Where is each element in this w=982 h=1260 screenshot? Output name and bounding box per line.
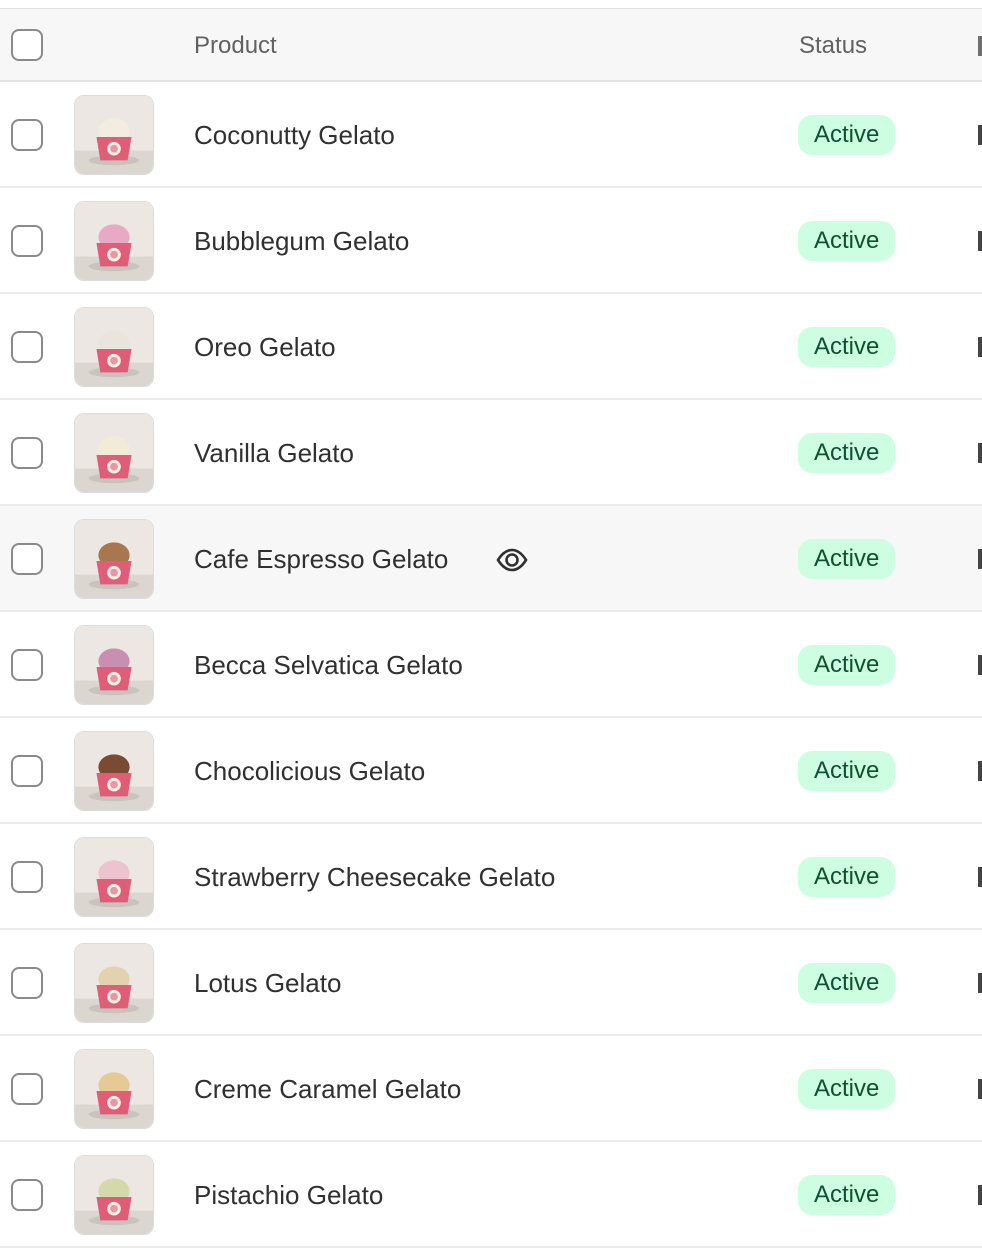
next-column-cell-clipped — [978, 337, 982, 357]
gelato-cup-image — [75, 414, 153, 492]
column-header-product[interactable]: Product — [194, 9, 277, 82]
row-checkbox[interactable] — [11, 331, 43, 363]
next-column-cell-clipped — [978, 231, 982, 251]
status-badge: Active — [798, 963, 896, 1003]
row-checkbox[interactable] — [11, 437, 43, 469]
product-thumbnail[interactable] — [74, 731, 154, 811]
product-name[interactable]: Strawberry Cheesecake Gelato — [194, 824, 555, 930]
table-row[interactable]: Chocolicious Gelato Active — [0, 718, 982, 824]
select-all-checkbox[interactable] — [11, 29, 43, 61]
product-name[interactable]: Chocolicious Gelato — [194, 718, 425, 824]
table-row[interactable]: Becca Selvatica Gelato Active — [0, 612, 982, 718]
next-column-header-clipped — [978, 36, 982, 56]
product-name[interactable]: Oreo Gelato — [194, 294, 336, 400]
table-row[interactable]: Coconutty Gelato Active — [0, 82, 982, 188]
product-name[interactable]: Becca Selvatica Gelato — [194, 612, 463, 718]
next-column-cell-clipped — [978, 973, 982, 993]
table-row[interactable]: Pistachio Gelato Active — [0, 1142, 982, 1248]
next-column-cell-clipped — [978, 443, 982, 463]
product-thumbnail[interactable] — [74, 625, 154, 705]
status-badge: Active — [798, 751, 896, 791]
table-row[interactable]: Lotus Gelato Active — [0, 930, 982, 1036]
product-thumbnail[interactable] — [74, 943, 154, 1023]
product-name[interactable]: Lotus Gelato — [194, 930, 341, 1036]
table-top-border — [0, 0, 982, 9]
next-column-cell-clipped — [978, 655, 982, 675]
product-thumbnail[interactable] — [74, 1155, 154, 1235]
gelato-cup-image — [75, 732, 153, 810]
product-thumbnail[interactable] — [74, 837, 154, 917]
next-column-cell-clipped — [978, 1079, 982, 1099]
next-column-cell-clipped — [978, 125, 982, 145]
row-checkbox[interactable] — [11, 861, 43, 893]
table-row[interactable]: Oreo Gelato Active — [0, 294, 982, 400]
status-badge: Active — [798, 1069, 896, 1109]
row-checkbox[interactable] — [11, 543, 43, 575]
product-name[interactable]: Pistachio Gelato — [194, 1142, 383, 1248]
status-badge: Active — [798, 221, 896, 261]
product-table: Product Status Coconutty Gelato Active B… — [0, 0, 982, 1248]
product-name[interactable]: Vanilla Gelato — [194, 400, 354, 506]
table-header: Product Status — [0, 9, 982, 82]
next-column-cell-clipped — [978, 761, 982, 781]
row-checkbox[interactable] — [11, 967, 43, 999]
status-badge: Active — [798, 433, 896, 473]
product-thumbnail[interactable] — [74, 307, 154, 387]
product-thumbnail[interactable] — [74, 1049, 154, 1129]
gelato-cup-image — [75, 520, 153, 598]
status-badge: Active — [798, 1175, 896, 1215]
table-row[interactable]: Bubblegum Gelato Active — [0, 188, 982, 294]
row-checkbox[interactable] — [11, 225, 43, 257]
column-header-status[interactable]: Status — [799, 9, 867, 82]
product-name[interactable]: Cafe Espresso Gelato — [194, 506, 448, 612]
product-name[interactable]: Creme Caramel Gelato — [194, 1036, 461, 1142]
product-thumbnail[interactable] — [74, 519, 154, 599]
status-badge: Active — [798, 645, 896, 685]
table-row[interactable]: Vanilla Gelato Active — [0, 400, 982, 506]
row-checkbox[interactable] — [11, 649, 43, 681]
product-thumbnail[interactable] — [74, 201, 154, 281]
eye-icon[interactable] — [496, 544, 528, 576]
gelato-cup-image — [75, 838, 153, 916]
table-row[interactable]: Cafe Espresso Gelato Active — [0, 506, 982, 612]
product-name[interactable]: Bubblegum Gelato — [194, 188, 409, 294]
table-row[interactable]: Strawberry Cheesecake Gelato Active — [0, 824, 982, 930]
gelato-cup-image — [75, 202, 153, 280]
row-checkbox[interactable] — [11, 1073, 43, 1105]
table-row[interactable]: Creme Caramel Gelato Active — [0, 1036, 982, 1142]
table-body: Coconutty Gelato Active Bubblegum Gelato… — [0, 82, 982, 1248]
gelato-cup-image — [75, 626, 153, 704]
gelato-cup-image — [75, 944, 153, 1022]
next-column-cell-clipped — [978, 1185, 982, 1205]
gelato-cup-image — [75, 308, 153, 386]
status-badge: Active — [798, 327, 896, 367]
product-thumbnail[interactable] — [74, 95, 154, 175]
gelato-cup-image — [75, 96, 153, 174]
next-column-cell-clipped — [978, 867, 982, 887]
next-column-cell-clipped — [978, 549, 982, 569]
status-badge: Active — [798, 857, 896, 897]
status-badge: Active — [798, 115, 896, 155]
product-thumbnail[interactable] — [74, 413, 154, 493]
status-badge: Active — [798, 539, 896, 579]
gelato-cup-image — [75, 1050, 153, 1128]
row-checkbox[interactable] — [11, 119, 43, 151]
gelato-cup-image — [75, 1156, 153, 1234]
product-name[interactable]: Coconutty Gelato — [194, 82, 395, 188]
row-checkbox[interactable] — [11, 755, 43, 787]
row-checkbox[interactable] — [11, 1179, 43, 1211]
